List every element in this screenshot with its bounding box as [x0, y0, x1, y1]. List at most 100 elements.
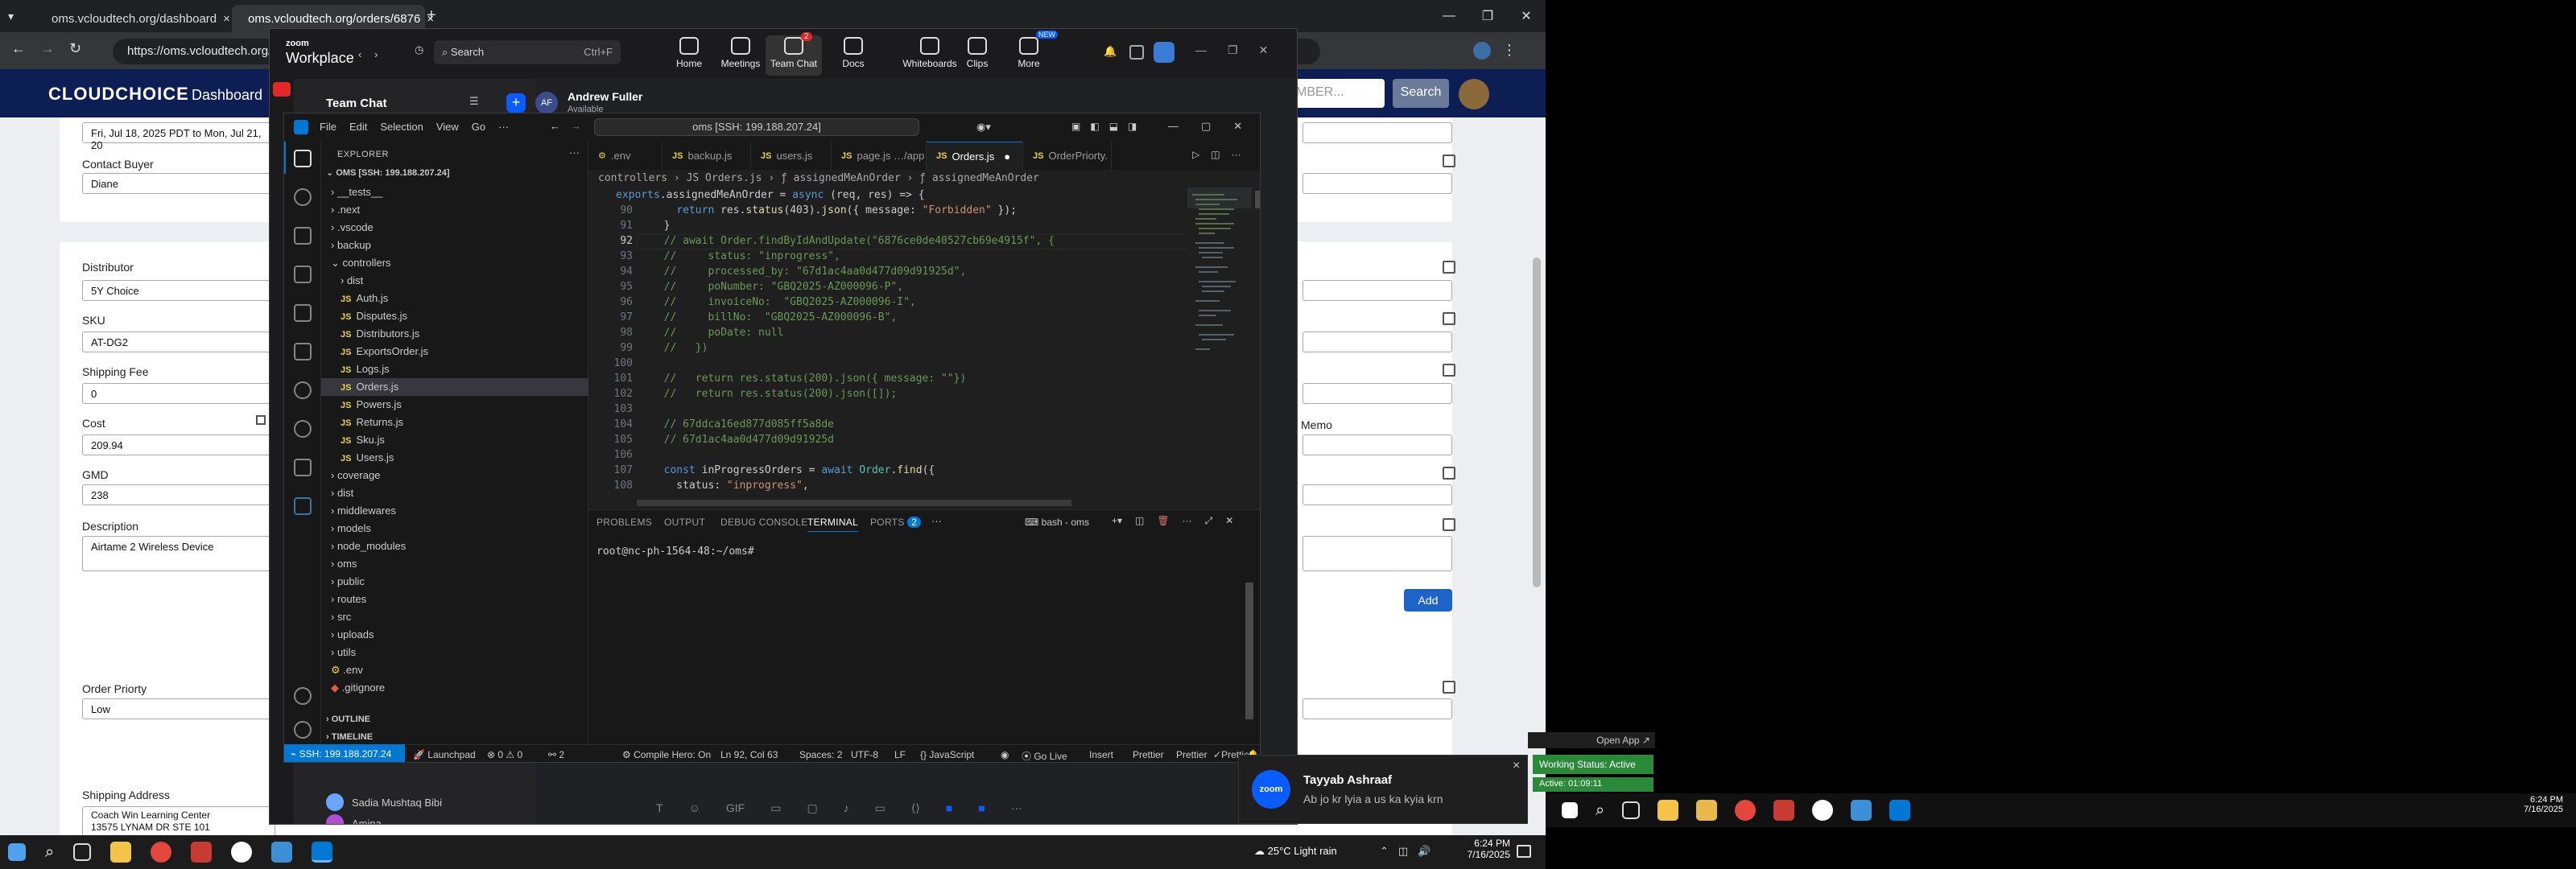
panel-more-icon[interactable]: ···	[931, 515, 942, 527]
profile-avatar[interactable]	[1154, 42, 1174, 63]
nav-meetings[interactable]: Meetings	[712, 35, 769, 69]
tree-folder[interactable]: › __tests__	[321, 183, 588, 201]
clip-icon[interactable]: ■	[978, 801, 985, 815]
tab-ports[interactable]: PORTS 2	[870, 517, 922, 528]
maximize-panel-icon[interactable]: ⤢	[1205, 515, 1213, 527]
code-line[interactable]: // })	[651, 342, 708, 354]
sku-field[interactable]: AT-DG2	[82, 332, 275, 352]
code-line[interactable]: // poDate: null	[651, 327, 784, 339]
sticky-scroll-line[interactable]: exports.assignedMeAnOrder = async (req, …	[616, 189, 925, 201]
code-line[interactable]: // return res.status(200).json([]);	[651, 388, 898, 400]
editor-tab[interactable]: JS OrderPriorty.	[1023, 142, 1112, 170]
nav-home[interactable]: Home	[661, 35, 717, 69]
code-line[interactable]: // status: "inprogress",	[651, 250, 840, 262]
close-window-button[interactable]: ✕	[1507, 8, 1546, 24]
notification-close-button[interactable]: ×	[1513, 759, 1520, 773]
tree-folder[interactable]: › public	[321, 573, 588, 591]
code-line[interactable]: // billNo: "GBQ2025-AZ000096-B",	[651, 311, 898, 323]
code-icon[interactable]: ⟨⟩	[911, 801, 920, 815]
problems-item[interactable]: ⊗ 0 ⚠ 0	[487, 749, 522, 760]
tree-folder[interactable]: ⌄ controllers	[321, 254, 588, 272]
copy-icon[interactable]	[1443, 467, 1455, 480]
run-icon[interactable]: ▷	[1192, 149, 1199, 160]
chat-user-name[interactable]: Andrew Fuller	[568, 90, 642, 103]
maximize-button[interactable]: ❐	[1468, 8, 1507, 24]
task-view-icon[interactable]	[1622, 801, 1641, 819]
right-field-7[interactable]	[1302, 484, 1452, 505]
layout-icon[interactable]: ▣	[1071, 121, 1080, 132]
copy-icon[interactable]	[1443, 261, 1455, 274]
open-app-link[interactable]: Open App ↗	[1528, 732, 1655, 748]
prettier-status[interactable]: Prettier	[1176, 749, 1208, 760]
copy-icon[interactable]	[1443, 681, 1455, 694]
team-chat-title[interactable]: Team Chat	[326, 97, 387, 110]
distributor-field[interactable]: 5Y Choice	[82, 280, 275, 301]
cursor-position[interactable]: Ln 92, Col 63	[720, 749, 778, 760]
timeline-section[interactable]: › TIMELINE	[326, 732, 373, 742]
panel-more-icon[interactable]: ···	[1183, 515, 1192, 527]
language-mode[interactable]: {} JavaScript	[920, 749, 974, 760]
extensions-icon[interactable]	[294, 304, 312, 322]
tree-file[interactable]: JS Auth.js	[321, 290, 588, 307]
tab-terminal[interactable]: TERMINAL	[807, 517, 859, 532]
vscode-taskbar-icon[interactable]	[312, 842, 333, 863]
tree-file[interactable]: ⚙ .env	[321, 661, 588, 679]
zoom-notification[interactable]: zoom Tayyab Ashraaf Ab jo kr lyia a us k…	[1238, 755, 1528, 824]
tray-chevron-icon[interactable]: ⌃	[1380, 845, 1389, 858]
code-line[interactable]: status: "inprogress",	[651, 480, 808, 492]
search-icon[interactable]: ⌕	[1596, 801, 1604, 820]
code-editor[interactable]: exports.assignedMeAnOrder = async (req, …	[588, 187, 1260, 509]
page-scrollbar[interactable]	[1533, 257, 1541, 587]
forward-arrow-icon[interactable]: ›	[374, 48, 378, 60]
minimize-button[interactable]: —	[1430, 9, 1468, 23]
tab-close-icon[interactable]: ×	[223, 12, 230, 26]
tree-file[interactable]: JS Powers.js	[321, 396, 588, 414]
more-actions-icon[interactable]: ···	[1232, 149, 1241, 160]
nav-team-chat[interactable]: Team Chat 2	[766, 32, 822, 76]
unsaved-dot-icon[interactable]: ●	[1004, 150, 1010, 163]
explorer-icon[interactable]	[294, 150, 312, 167]
nav-dashboard-link[interactable]: Dashboard	[192, 87, 262, 104]
nav-docs[interactable]: Docs	[825, 35, 881, 69]
copilot-icon[interactable]: ◉▾	[976, 121, 991, 134]
launchpad-item[interactable]: 🚀 Launchpad	[413, 749, 476, 760]
new-terminal-icon[interactable]: +▾	[1112, 515, 1122, 527]
menu-file[interactable]: File	[320, 121, 336, 133]
remote-explorer-icon[interactable]	[294, 343, 312, 360]
tree-file[interactable]: JS ExportsOrder.js	[321, 343, 588, 360]
new-tab-button[interactable]: +	[427, 6, 436, 25]
webapp-search-button[interactable]: Search	[1393, 79, 1449, 108]
tree-folder[interactable]: › models	[321, 520, 588, 537]
app-icon[interactable]	[1773, 800, 1795, 821]
maximize-button[interactable]: ❐	[1228, 43, 1238, 57]
webapp-logo[interactable]: CLOUDCHOICE	[48, 84, 189, 105]
file-explorer-icon[interactable]	[110, 842, 132, 863]
explorer-more-icon[interactable]: ···	[569, 146, 580, 159]
editor-tab[interactable]: JS page.js …/app	[832, 142, 927, 170]
toggle-sidebar-icon[interactable]: ◧	[1090, 121, 1099, 132]
tab-output[interactable]: OUTPUT	[664, 517, 705, 528]
toggle-panel-icon[interactable]: ⬓	[1109, 121, 1118, 132]
reload-icon[interactable]: ↻	[69, 40, 81, 57]
editor-scrollbar[interactable]	[1255, 191, 1260, 208]
line-ending[interactable]: LF	[894, 749, 906, 760]
tree-folder[interactable]: › oms	[321, 555, 588, 573]
filter-icon[interactable]: ☰	[469, 95, 479, 108]
right-field-4[interactable]	[1302, 332, 1452, 352]
ports-item[interactable]: ⚯ 2	[548, 749, 564, 760]
tree-file[interactable]: JS Sku.js	[321, 431, 588, 449]
menu-more[interactable]: ···	[498, 121, 509, 133]
history-icon[interactable]: ◷	[415, 43, 423, 56]
volume-icon[interactable]: 🔊	[1418, 845, 1430, 858]
app-icon[interactable]	[1812, 800, 1834, 821]
copy-icon[interactable]	[256, 415, 266, 425]
code-line[interactable]: return res.status(403).json({ message: "…	[651, 204, 1017, 216]
compile-hero-item[interactable]: ⚙ Compile Hero: On	[622, 749, 711, 760]
task-view-icon[interactable]	[73, 843, 92, 861]
user-avatar[interactable]	[1459, 79, 1489, 109]
profile-avatar[interactable]	[1473, 42, 1491, 60]
insert-mode[interactable]: Insert	[1089, 749, 1113, 760]
start-icon[interactable]	[8, 843, 26, 861]
code-line[interactable]: }	[651, 220, 671, 232]
menu-edit[interactable]: Edit	[349, 121, 367, 133]
